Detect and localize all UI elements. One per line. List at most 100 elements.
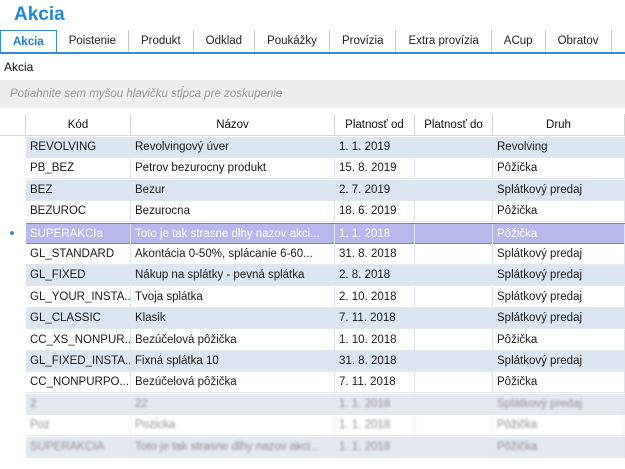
cell-platnost-od[interactable]: 2. 7. 2019 bbox=[335, 180, 415, 201]
cell-platnost-do[interactable] bbox=[415, 394, 493, 415]
cell-platnost-do[interactable] bbox=[415, 137, 493, 158]
cell-platnost-od[interactable]: 31. 8. 2018 bbox=[335, 351, 415, 372]
cell-kod[interactable]: Poz bbox=[26, 415, 131, 436]
cell-nazov[interactable]: Bezur bbox=[131, 180, 335, 201]
cell-kod[interactable]: PB_BEZ bbox=[26, 158, 131, 179]
cell-nazov[interactable]: Klasik bbox=[131, 308, 335, 329]
cell-platnost-do[interactable] bbox=[415, 158, 493, 179]
column-header-kod[interactable]: Kód bbox=[26, 114, 131, 136]
table-row[interactable]: CC_XS_NONPUR... Bezúčelová pôžička 1. 10. … bbox=[0, 330, 625, 351]
cell-nazov[interactable]: Bezúčelová pôžička bbox=[131, 372, 335, 393]
table-row[interactable]: CC_NONPURPO... Bezúčelová pôžička 7. 11. 2… bbox=[0, 372, 625, 393]
cell-druh[interactable]: Pôžička bbox=[493, 330, 625, 351]
table-row[interactable]: BEZUROC Bezurocna 18. 6. 2019 Pôžička bbox=[0, 201, 625, 222]
column-header-druh[interactable]: Druh bbox=[493, 114, 625, 136]
row-indicator[interactable] bbox=[0, 287, 26, 308]
row-indicator[interactable] bbox=[0, 180, 26, 201]
cell-nazov[interactable]: Revolvingový úver bbox=[131, 137, 335, 158]
cell-platnost-od[interactable]: 15. 8. 2019 bbox=[335, 158, 415, 179]
cell-druh[interactable]: Splátkový predaj bbox=[493, 351, 625, 372]
tab-poukážky[interactable]: Poukážky bbox=[255, 30, 330, 52]
cell-nazov[interactable]: Bezúčelová pôžička bbox=[131, 330, 335, 351]
cell-nazov[interactable]: Tvoja splátka bbox=[131, 287, 335, 308]
cell-kod[interactable]: BEZUROC bbox=[26, 201, 131, 222]
tab-produkt[interactable]: Produkt bbox=[129, 30, 194, 52]
cell-nazov[interactable]: Fixná splátka 10 bbox=[131, 351, 335, 372]
column-header-nazov[interactable]: Názov bbox=[131, 114, 335, 136]
table-row[interactable]: PB_BEZ Petrov bezurocny produkt 15. 8. 201… bbox=[0, 158, 625, 179]
cell-druh[interactable]: Revolving bbox=[493, 137, 625, 158]
cell-platnost-od[interactable]: 1. 1. 2018 bbox=[335, 224, 415, 245]
cell-kod[interactable]: SUPERAKCIa bbox=[26, 224, 131, 245]
cell-platnost-od[interactable]: 7. 11. 2018 bbox=[335, 372, 415, 393]
cell-platnost-od[interactable]: 7. 11. 2018 bbox=[335, 308, 415, 329]
cell-kod[interactable]: SUPERAKCIA bbox=[26, 437, 131, 458]
cell-druh[interactable]: Splátkový predaj bbox=[493, 394, 625, 415]
cell-kod[interactable]: CC_XS_NONPUR... bbox=[26, 330, 131, 351]
cell-platnost-od[interactable]: 1. 1. 2018 bbox=[335, 394, 415, 415]
table-row[interactable]: GL_FIXED_INSTA... Fixná splátka 10 31. 8. … bbox=[0, 351, 625, 372]
cell-platnost-do[interactable] bbox=[415, 437, 493, 458]
table-row[interactable]: GL_CLASSIC Klasik 7. 11. 2018 Splátkový pre… bbox=[0, 308, 625, 329]
table-row[interactable]: GL_FIXED Nákup na splátky - pevná splátka… bbox=[0, 265, 625, 286]
cell-platnost-do[interactable] bbox=[415, 265, 493, 286]
row-indicator[interactable] bbox=[0, 265, 26, 286]
tab-extra-provízia[interactable]: Extra provízia bbox=[396, 30, 492, 52]
table-row-selected[interactable]: SUPERAKCIa Toto je tak strasne dlhy nazov… bbox=[0, 223, 625, 245]
row-indicator[interactable] bbox=[0, 394, 26, 415]
row-indicator[interactable] bbox=[0, 201, 26, 222]
column-header-platnost-do[interactable]: Platnosť do bbox=[415, 114, 493, 136]
row-indicator[interactable] bbox=[0, 137, 26, 158]
cell-kod[interactable]: GL_CLASSIC bbox=[26, 308, 131, 329]
cell-nazov[interactable]: 22 bbox=[131, 394, 335, 415]
table-row[interactable]: GL_STANDARD Akontácia 0-50%, splácanie 6-… bbox=[0, 244, 625, 265]
table-row[interactable]: BEZ Bezur 2. 7. 2019 Splátkový predaj bbox=[0, 180, 625, 201]
cell-platnost-od[interactable]: 2. 10. 2018 bbox=[335, 287, 415, 308]
cell-druh[interactable]: Pôžička bbox=[493, 201, 625, 222]
cell-platnost-od[interactable]: 1. 10. 2018 bbox=[335, 330, 415, 351]
cell-platnost-do[interactable] bbox=[415, 180, 493, 201]
cell-nazov[interactable]: Toto je tak strasne dlhy nazov akci... bbox=[131, 437, 335, 458]
cell-platnost-od[interactable]: 18. 6. 2019 bbox=[335, 201, 415, 222]
table-row[interactable]: GL_YOUR_INSTA... Tvoja splátka 2. 10. 2018… bbox=[0, 287, 625, 308]
cell-druh[interactable]: Splátkový predaj bbox=[493, 308, 625, 329]
cell-nazov[interactable]: Toto je tak strasne dlhy nazov akci... bbox=[131, 224, 335, 245]
cell-platnost-do[interactable] bbox=[415, 415, 493, 436]
cell-kod[interactable]: GL_FIXED bbox=[26, 265, 131, 286]
cell-platnost-do[interactable] bbox=[415, 287, 493, 308]
cell-platnost-do[interactable] bbox=[415, 351, 493, 372]
cell-nazov[interactable]: Bezurocna bbox=[131, 201, 335, 222]
tab-poistenie[interactable]: Poistenie bbox=[57, 30, 129, 52]
group-by-panel[interactable]: Potiahnite sem myšou hlavičku stĺpca pre… bbox=[0, 80, 625, 108]
tab-obratov[interactable]: Obratov bbox=[546, 30, 612, 52]
row-indicator[interactable] bbox=[0, 351, 26, 372]
cell-druh[interactable]: Pôžička bbox=[493, 415, 625, 436]
cell-kod[interactable]: 2 bbox=[26, 394, 131, 415]
row-indicator[interactable] bbox=[0, 158, 26, 179]
cell-platnost-od[interactable]: 2. 8. 2018 bbox=[335, 265, 415, 286]
cell-platnost-do[interactable] bbox=[415, 201, 493, 222]
tab-odklad[interactable]: Odklad bbox=[194, 30, 256, 52]
table-row[interactable]: SUPERAKCIA Toto je tak strasne dlhy nazov… bbox=[0, 437, 625, 458]
cell-kod[interactable]: BEZ bbox=[26, 180, 131, 201]
cell-platnost-do[interactable] bbox=[415, 372, 493, 393]
row-indicator[interactable] bbox=[0, 223, 26, 244]
column-header-platnost-od[interactable]: Platnosť od bbox=[335, 114, 415, 136]
row-indicator[interactable] bbox=[0, 330, 26, 351]
cell-platnost-od[interactable]: 1. 1. 2018 bbox=[335, 415, 415, 436]
cell-nazov[interactable]: Akontácia 0-50%, splácanie 6-60... bbox=[131, 244, 335, 265]
table-row[interactable]: REVOLVING Revolvingový úver 1. 1. 2019 Revo… bbox=[0, 137, 625, 158]
cell-druh[interactable]: Pôžička bbox=[493, 224, 625, 245]
row-indicator[interactable] bbox=[0, 244, 26, 265]
cell-platnost-do[interactable] bbox=[415, 244, 493, 265]
cell-platnost-do[interactable] bbox=[415, 224, 493, 245]
cell-platnost-od[interactable]: 1. 1. 2019 bbox=[335, 137, 415, 158]
cell-platnost-od[interactable]: 1. 1. 2018 bbox=[335, 437, 415, 458]
cell-nazov[interactable]: Pozicka bbox=[131, 415, 335, 436]
cell-platnost-do[interactable] bbox=[415, 308, 493, 329]
cell-kod[interactable]: GL_STANDARD bbox=[26, 244, 131, 265]
cell-kod[interactable]: GL_YOUR_INSTA... bbox=[26, 287, 131, 308]
cell-nazov[interactable]: Nákup na splátky - pevná splátka bbox=[131, 265, 335, 286]
row-indicator[interactable] bbox=[0, 437, 26, 458]
row-indicator[interactable] bbox=[0, 415, 26, 436]
